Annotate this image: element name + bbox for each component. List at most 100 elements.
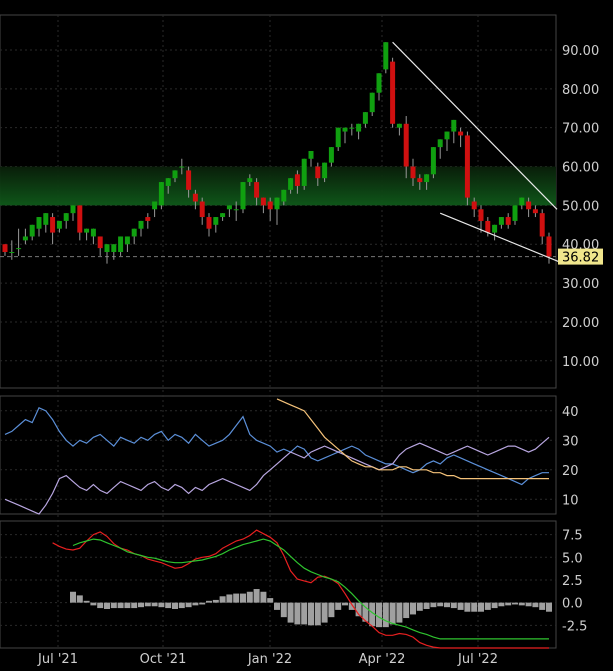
panel-frame-p1 xyxy=(0,395,557,515)
candle-body xyxy=(111,244,117,253)
histogram-bar xyxy=(518,602,525,606)
candle-body xyxy=(539,213,545,237)
histogram-bar xyxy=(437,602,444,607)
histogram-bar xyxy=(253,589,260,603)
histogram-bar xyxy=(484,602,491,610)
histogram-bar xyxy=(219,596,226,603)
candle-body xyxy=(63,213,69,221)
candle-body xyxy=(131,228,137,237)
x-tick-label: Jul '22 xyxy=(457,652,498,667)
last-price-label: 36.82 xyxy=(562,251,599,266)
histogram-bar xyxy=(396,602,403,623)
candle-body xyxy=(301,158,307,186)
candle-body xyxy=(77,205,83,233)
y-tick-label-indicator2: -2.5 xyxy=(562,619,587,634)
histogram-bar xyxy=(294,602,301,625)
histogram-bar xyxy=(382,602,389,628)
histogram-bar xyxy=(240,593,246,603)
histogram-bar xyxy=(478,602,484,612)
x-tick-label: Oct '21 xyxy=(140,652,187,667)
candle-body xyxy=(36,217,42,229)
candle-body xyxy=(2,244,8,253)
histogram-bar xyxy=(321,602,328,623)
y-tick-label-indicator1: 20 xyxy=(562,464,579,479)
candle-body xyxy=(498,217,504,225)
y-tick-label-price: 50.00 xyxy=(562,199,599,214)
histogram-bar xyxy=(104,602,110,609)
histogram-bar xyxy=(546,602,552,612)
histogram-bar xyxy=(131,602,138,609)
histogram-bar xyxy=(178,602,185,609)
histogram-bar xyxy=(233,593,240,603)
candle-body xyxy=(84,228,90,233)
indicator1-series-line xyxy=(276,398,549,480)
candle-body xyxy=(390,61,396,124)
histogram-bar xyxy=(70,591,76,603)
histogram-bar xyxy=(165,602,172,609)
histogram-bar xyxy=(172,602,178,609)
histogram-bar xyxy=(430,602,437,608)
candle-body xyxy=(274,197,280,210)
y-tick-label-indicator2: 7.5 xyxy=(562,529,583,544)
candle-body xyxy=(294,174,300,186)
candle-body xyxy=(349,127,355,129)
histogram-bar xyxy=(97,602,104,609)
histogram-bar xyxy=(192,602,199,606)
y-tick-label-indicator1: 40 xyxy=(562,405,579,420)
candle-body xyxy=(22,236,28,241)
stock-chart: 90.0080.0070.0060.0050.0040.0030.0020.00… xyxy=(0,14,603,667)
candle-body xyxy=(308,150,314,159)
candle-body xyxy=(505,217,511,225)
histogram-bar xyxy=(389,602,396,625)
candle-body xyxy=(492,224,498,233)
candle-body xyxy=(254,182,260,198)
candle-body xyxy=(322,162,328,179)
y-tick-label-price: 60.00 xyxy=(562,161,599,176)
histogram-bar xyxy=(260,591,267,603)
candle-body xyxy=(9,252,15,254)
candle-body xyxy=(145,217,151,221)
candle-body xyxy=(383,42,389,70)
histogram-bar xyxy=(512,602,518,605)
candle-body xyxy=(335,127,341,148)
histogram-bar xyxy=(151,602,158,607)
candle-body xyxy=(424,174,430,183)
histogram-bar xyxy=(206,600,212,603)
candle-body xyxy=(362,112,368,124)
candle-body xyxy=(152,201,158,210)
y-tick-label-price: 10.00 xyxy=(562,355,599,370)
candle-body xyxy=(16,248,22,250)
histogram-bar xyxy=(246,591,253,603)
candle-body xyxy=(281,189,287,202)
histogram-bar xyxy=(144,602,151,607)
candle-body xyxy=(478,209,484,221)
histogram-bar xyxy=(226,594,233,603)
histogram-bar xyxy=(212,599,219,603)
candle-body xyxy=(546,236,552,257)
candle-body xyxy=(213,217,219,225)
candle-body xyxy=(192,193,198,202)
panel-frame-p2 xyxy=(0,520,557,649)
y-tick-label-indicator2: 0.0 xyxy=(562,597,583,612)
candle-body xyxy=(104,244,110,253)
candle-body xyxy=(485,220,491,233)
indicator2-series-line xyxy=(52,529,549,649)
histogram-bar xyxy=(314,602,321,626)
histogram-bar xyxy=(110,602,117,609)
histogram-bar xyxy=(124,602,131,609)
candle-body xyxy=(172,170,178,179)
histogram-bar xyxy=(342,602,348,606)
candle-body xyxy=(199,201,205,218)
candle-body xyxy=(118,236,124,253)
candle-body xyxy=(43,213,49,225)
candle-body xyxy=(124,236,130,245)
x-tick-label: Jul '21 xyxy=(37,652,78,667)
candle-body xyxy=(342,127,348,132)
candle-body xyxy=(247,178,253,183)
candle-body xyxy=(70,205,76,214)
histogram-bar xyxy=(416,602,423,611)
candle-body xyxy=(226,205,232,210)
x-tick-label: Apr '22 xyxy=(359,652,406,667)
histogram-bar xyxy=(471,602,478,612)
histogram-bar xyxy=(403,602,410,619)
